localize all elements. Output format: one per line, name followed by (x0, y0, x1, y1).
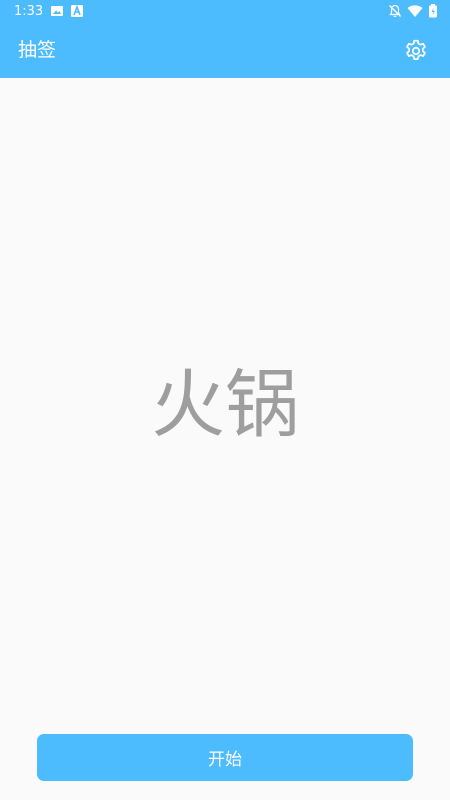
start-button[interactable]: 开始 (37, 734, 413, 781)
draw-result: 火锅 (151, 362, 299, 448)
battery-icon (429, 4, 437, 18)
status-time: 1:33 (14, 4, 44, 19)
notifications-off-icon (389, 4, 401, 17)
image-icon (51, 6, 63, 16)
gear-icon (406, 39, 426, 60)
a-letter-icon (71, 4, 83, 17)
page-title: 抽签 (18, 39, 57, 61)
status-bar: 1:33 (0, 0, 450, 24)
settings-button[interactable] (400, 35, 432, 67)
app-bar: 1:33 抽签 (0, 0, 450, 78)
wifi-icon (407, 5, 423, 17)
